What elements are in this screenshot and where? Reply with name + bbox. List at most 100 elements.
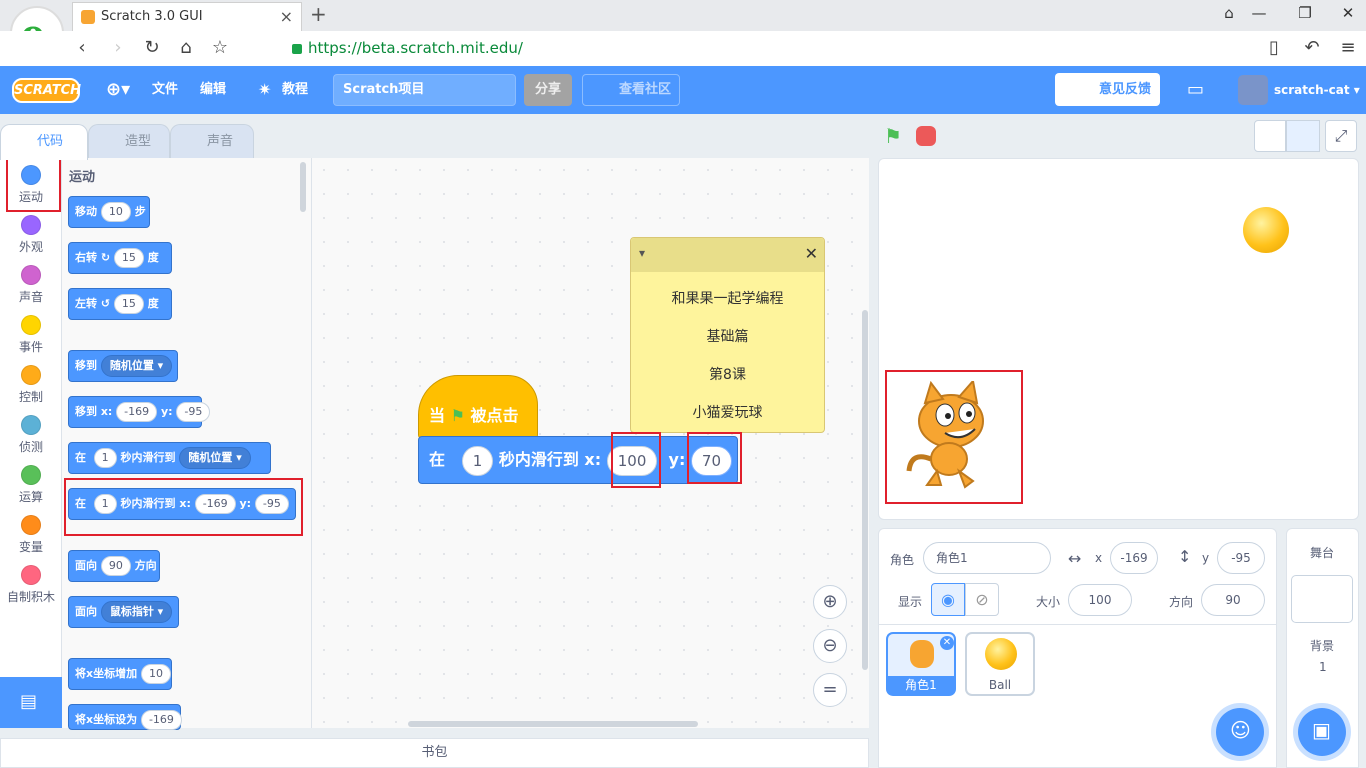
stage-thumbnail[interactable] [1291,575,1353,623]
undo-icon[interactable]: ↶ [1300,36,1324,60]
tab-costumes[interactable]: 造型 [88,124,170,160]
scratch-favicon-icon [81,10,95,24]
close-icon[interactable]: ✕ [805,244,818,263]
block-set-x[interactable]: 将x坐标设为 -169 [68,704,182,730]
stop-button[interactable] [916,126,936,146]
category-variables[interactable]: 变量 [0,508,62,558]
hide-icon[interactable]: ⊘ [965,583,999,616]
large-stage-button[interactable] [1286,120,1320,152]
category-my-blocks[interactable]: 自制积木 [0,558,62,608]
tab-code[interactable]: 代码 [0,124,88,160]
scratch-logo[interactable]: SCRATCH [12,78,81,103]
close-window-icon[interactable]: ✕ [1333,4,1363,22]
share-button[interactable]: 分享 [524,74,572,106]
when-flag-clicked-block[interactable]: 当 ⚑ 被点击 [418,375,538,439]
shirt-icon[interactable]: ⌂ [1214,4,1244,22]
block-turn-right[interactable]: 右转 ↻ 15 度 [68,242,172,274]
category-sound[interactable]: 声音 [0,258,62,308]
menu-edit[interactable]: 编辑 [200,66,226,114]
favorite-star-icon[interactable]: ☆ [208,36,232,60]
block-dropdown[interactable]: 随机位置 ▾ [100,355,173,377]
block-input[interactable]: 10 [140,664,171,684]
green-flag-button[interactable]: ⚑ [884,124,902,148]
direction-input[interactable]: 90 [1201,584,1265,616]
category-operators[interactable]: 运算 [0,458,62,508]
block-turn-left[interactable]: 左转 ↺ 15 度 [68,288,172,320]
block-text: 移到 x: [75,405,113,418]
block-point-direction[interactable]: 面向 90 方向 [68,550,160,582]
browser-chrome: e Scratch 3.0 GUI × + ⌂ — ❐ ✕ ‹ › ↻ ⌂ ☆ … [0,0,1366,66]
browser-tab[interactable]: Scratch 3.0 GUI × [72,2,302,31]
url-field[interactable]: https://beta.scratch.mit.edu/ [292,38,523,58]
x-input[interactable]: -169 [1110,542,1158,574]
scripts-vertical-scrollbar[interactable] [862,310,868,670]
feedback-button[interactable]: 意见反馈 [1055,73,1160,106]
block-point-towards[interactable]: 面向 鼠标指针 ▾ [68,596,179,628]
account-menu[interactable]: scratch-cat ▾ [1274,66,1360,114]
globe-icon[interactable]: ⊕▾ [106,66,130,114]
close-tab-icon[interactable]: × [280,3,293,30]
menu-file[interactable]: 文件 [152,66,178,114]
sprite-thumb-cat[interactable]: ✕ 角色1 [886,632,956,696]
menu-tutorials[interactable]: 教程 [282,66,308,114]
back-icon[interactable]: ‹ [70,36,94,60]
add-backdrop-button[interactable]: ▣ [1298,708,1346,756]
palette-scrollbar[interactable] [300,162,306,212]
category-control[interactable]: 控制 [0,358,62,408]
fullscreen-icon[interactable]: ⤢ [1325,120,1357,152]
block-goto-xy[interactable]: 移到 x: -169 y: -95 [68,396,211,428]
zoom-reset-button[interactable]: = [813,673,847,707]
forward-icon[interactable]: › [106,36,130,60]
zoom-in-button[interactable]: ⊕ [813,585,847,619]
small-stage-button[interactable] [1254,120,1286,152]
glide-seconds-input[interactable]: 1 [461,445,494,476]
comment-note[interactable]: ▾ ✕ 和果果一起学编程 基础篇 第8课 小猫爱玩球 [630,237,825,433]
sprite-name-input[interactable]: 角色1 [923,542,1051,574]
block-dropdown[interactable]: 随机位置 ▾ [179,447,251,469]
ball-sprite[interactable] [1243,207,1289,253]
y-input[interactable]: -95 [1217,542,1265,574]
avatar[interactable] [1238,75,1268,105]
block-input[interactable]: 15 [113,248,144,268]
dropdown-value: 随机位置 [109,359,154,372]
folder-icon[interactable]: ▭ [1187,66,1204,114]
add-extension-button[interactable]: ▤ [0,677,62,728]
scripts-horizontal-scrollbar[interactable] [408,721,698,727]
add-sprite-button[interactable]: ☺ [1216,708,1264,756]
new-tab-icon[interactable]: + [310,2,327,26]
collapse-icon[interactable]: ▾ [639,246,645,260]
menu-icon[interactable]: ≡ [1336,36,1360,60]
category-events[interactable]: 事件 [0,308,62,358]
project-title-input[interactable]: Scratch项目 [333,74,516,106]
block-input[interactable]: -169 [140,710,182,730]
block-input[interactable]: -95 [176,402,211,422]
category-label: 侦测 [18,440,43,454]
reload-icon[interactable]: ↻ [140,36,164,60]
phone-icon[interactable]: ▯ [1262,36,1286,60]
delete-sprite-icon[interactable]: ✕ [940,636,954,650]
block-dropdown[interactable]: 鼠标指针 ▾ [100,601,173,623]
block-move-steps[interactable]: 移动 10 步 [68,196,150,228]
block-input[interactable]: 1 [93,448,117,468]
minimize-icon[interactable]: — [1244,4,1274,22]
block-change-x[interactable]: 将x坐标增加 10 [68,658,172,690]
block-glide-to[interactable]: 在 1 秒内滑行到 随机位置 ▾ [68,442,271,474]
block-input[interactable]: 90 [100,556,131,576]
tab-sounds[interactable]: 声音 [170,124,254,160]
size-input[interactable]: 100 [1068,584,1132,616]
category-sensing[interactable]: 侦测 [0,408,62,458]
block-input[interactable]: -169 [116,402,158,422]
block-input[interactable]: 10 [100,202,131,222]
block-input[interactable]: 15 [113,294,144,314]
backpack[interactable]: 书包 [0,738,869,768]
zoom-out-button[interactable]: ⊖ [813,629,847,663]
see-community-button[interactable]: 查看社区 [582,74,680,106]
block-text: 在 [75,451,86,464]
home-icon[interactable]: ⌂ [174,36,198,60]
maximize-icon[interactable]: ❐ [1290,4,1320,22]
palette-section-title: 运动 [69,170,96,185]
sprite-thumb-ball[interactable]: Ball [965,632,1035,696]
category-looks[interactable]: 外观 [0,208,62,258]
show-visible-icon[interactable]: ◉ [931,583,965,616]
block-goto[interactable]: 移到 随机位置 ▾ [68,350,178,382]
